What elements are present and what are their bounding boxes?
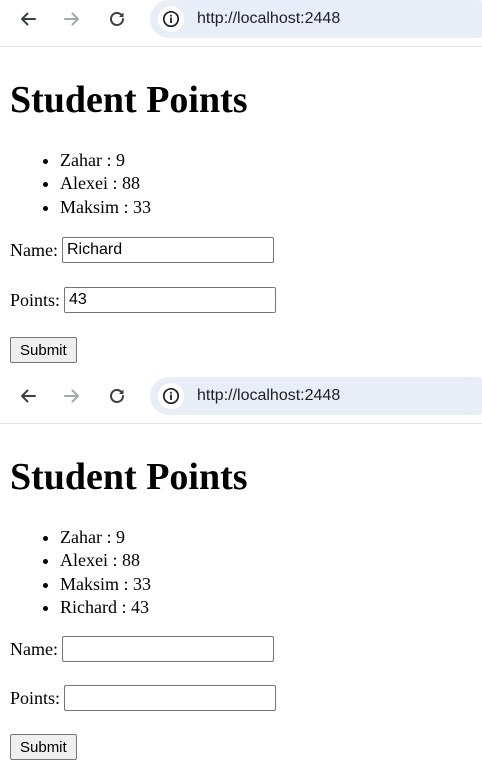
address-bar[interactable]: http://localhost:2448	[150, 0, 482, 38]
site-info-button[interactable]	[158, 6, 184, 32]
name-input[interactable]	[61, 636, 274, 662]
list-item: Alexei : 88	[60, 172, 151, 195]
student-list: Zahar : 9 Alexei : 88 Maksim : 33	[10, 149, 151, 219]
points-row: Points:	[10, 685, 277, 711]
forward-button[interactable]	[57, 6, 87, 32]
info-icon	[162, 10, 180, 28]
info-icon	[162, 387, 180, 405]
page-title: Student Points	[10, 456, 248, 498]
screenshot-after-submit: http://localhost:2448 Student Points Zah…	[0, 377, 482, 775]
points-input[interactable]	[64, 685, 277, 711]
submit-button[interactable]: Submit	[10, 734, 77, 760]
points-label: Points:	[10, 687, 61, 708]
points-row: Points:	[10, 287, 277, 313]
arrow-right-icon	[64, 12, 79, 26]
list-item: Zahar : 9	[60, 526, 151, 549]
forward-button[interactable]	[57, 383, 87, 409]
name-label: Name:	[10, 638, 58, 659]
browser-toolbar: http://localhost:2448	[0, 0, 482, 47]
name-row: Name:	[10, 237, 274, 263]
list-item: Zahar : 9	[60, 149, 151, 172]
points-label: Points:	[10, 289, 61, 310]
back-button[interactable]	[13, 6, 43, 32]
url-text[interactable]: http://localhost:2448	[197, 10, 340, 28]
reload-icon	[110, 389, 124, 403]
browser-toolbar: http://localhost:2448	[0, 377, 482, 424]
list-item: Alexei : 88	[60, 549, 151, 572]
arrow-right-icon	[64, 389, 79, 403]
reload-icon	[110, 12, 124, 26]
list-item: Maksim : 33	[60, 196, 151, 219]
name-label: Name:	[10, 239, 58, 260]
submit-button[interactable]: Submit	[10, 337, 77, 363]
back-button[interactable]	[13, 383, 43, 409]
page-title: Student Points	[10, 79, 248, 121]
name-input[interactable]	[61, 237, 274, 263]
reload-button[interactable]	[102, 383, 132, 409]
screenshot-before-submit: http://localhost:2448 Student Points Zah…	[0, 0, 482, 377]
name-row: Name:	[10, 636, 274, 662]
list-item: Maksim : 33	[60, 573, 151, 596]
list-item: Richard : 43	[60, 596, 151, 619]
student-list: Zahar : 9 Alexei : 88 Maksim : 33 Richar…	[10, 526, 151, 619]
site-info-button[interactable]	[158, 383, 184, 409]
reload-button[interactable]	[102, 6, 132, 32]
address-bar[interactable]: http://localhost:2448	[150, 377, 482, 415]
points-input[interactable]	[64, 287, 277, 313]
arrow-left-icon	[21, 12, 36, 26]
arrow-left-icon	[21, 389, 36, 403]
url-text[interactable]: http://localhost:2448	[197, 387, 340, 405]
